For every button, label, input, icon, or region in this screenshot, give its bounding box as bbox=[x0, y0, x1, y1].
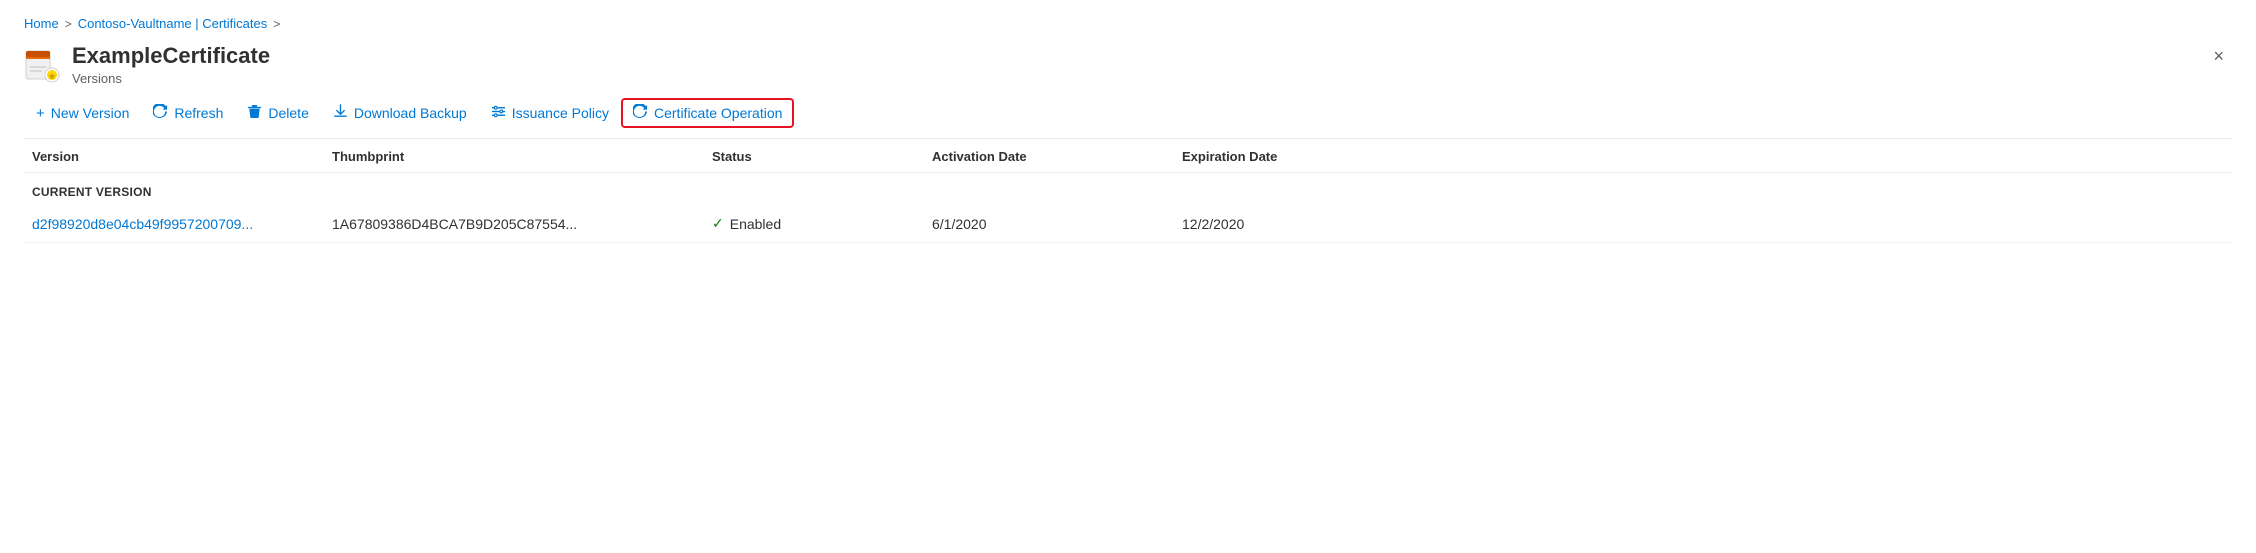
col-activation-date: Activation Date bbox=[924, 149, 1174, 164]
cell-version: d2f98920d8e04cb49f9957200709... bbox=[24, 216, 324, 232]
new-version-label: New Version bbox=[51, 105, 130, 121]
table-row[interactable]: d2f98920d8e04cb49f9957200709... 1A678093… bbox=[24, 205, 2232, 243]
title-block: ★ ExampleCertificate Versions bbox=[24, 43, 270, 86]
col-status: Status bbox=[704, 149, 924, 164]
cell-activation-date: 6/1/2020 bbox=[924, 216, 1174, 232]
section-current-version: CURRENT VERSION bbox=[24, 173, 2232, 205]
table-header: Version Thumbprint Status Activation Dat… bbox=[24, 139, 2232, 173]
delete-icon bbox=[247, 104, 262, 122]
status-check-icon: ✓ bbox=[712, 215, 724, 232]
version-link[interactable]: d2f98920d8e04cb49f9957200709... bbox=[32, 216, 253, 232]
certificate-icon: ★ bbox=[24, 47, 60, 83]
delete-label: Delete bbox=[268, 105, 308, 121]
page-subtitle: Versions bbox=[72, 71, 270, 86]
download-backup-button[interactable]: Download Backup bbox=[321, 98, 479, 128]
breadcrumb: Home > Contoso-Vaultname | Certificates … bbox=[24, 16, 2232, 31]
breadcrumb-vault[interactable]: Contoso-Vaultname | Certificates bbox=[78, 16, 268, 31]
col-version: Version bbox=[24, 149, 324, 164]
page-header: ★ ExampleCertificate Versions × bbox=[24, 43, 2232, 86]
title-text-block: ExampleCertificate Versions bbox=[72, 43, 270, 86]
main-container: Home > Contoso-Vaultname | Certificates … bbox=[0, 0, 2256, 259]
breadcrumb-home[interactable]: Home bbox=[24, 16, 59, 31]
download-backup-label: Download Backup bbox=[354, 105, 467, 121]
status-text: Enabled bbox=[730, 216, 781, 232]
col-expiration-date: Expiration Date bbox=[1174, 149, 1424, 164]
refresh-label: Refresh bbox=[174, 105, 223, 121]
page-title: ExampleCertificate bbox=[72, 43, 270, 69]
close-button[interactable]: × bbox=[2205, 43, 2232, 69]
certificate-operation-icon bbox=[633, 104, 648, 122]
issuance-policy-icon bbox=[491, 104, 506, 122]
new-version-icon: + bbox=[36, 106, 45, 121]
svg-text:★: ★ bbox=[48, 72, 56, 81]
issuance-policy-label: Issuance Policy bbox=[512, 105, 609, 121]
breadcrumb-sep-1: > bbox=[65, 17, 72, 31]
certificate-operation-label: Certificate Operation bbox=[654, 105, 782, 121]
cell-status: ✓ Enabled bbox=[704, 215, 924, 232]
breadcrumb-sep-2: > bbox=[273, 17, 280, 31]
refresh-icon bbox=[153, 104, 168, 122]
delete-button[interactable]: Delete bbox=[235, 98, 320, 128]
toolbar: + New Version Refresh Delete bbox=[24, 98, 2232, 139]
certificate-operation-button[interactable]: Certificate Operation bbox=[621, 98, 794, 128]
cell-expiration-date: 12/2/2020 bbox=[1174, 216, 1424, 232]
issuance-policy-button[interactable]: Issuance Policy bbox=[479, 98, 621, 128]
download-icon bbox=[333, 104, 348, 122]
cell-thumbprint: 1A67809386D4BCA7B9D205C87554... bbox=[324, 216, 704, 232]
col-thumbprint: Thumbprint bbox=[324, 149, 704, 164]
table-area: Version Thumbprint Status Activation Dat… bbox=[24, 139, 2232, 243]
new-version-button[interactable]: + New Version bbox=[24, 99, 141, 127]
refresh-button[interactable]: Refresh bbox=[141, 98, 235, 128]
